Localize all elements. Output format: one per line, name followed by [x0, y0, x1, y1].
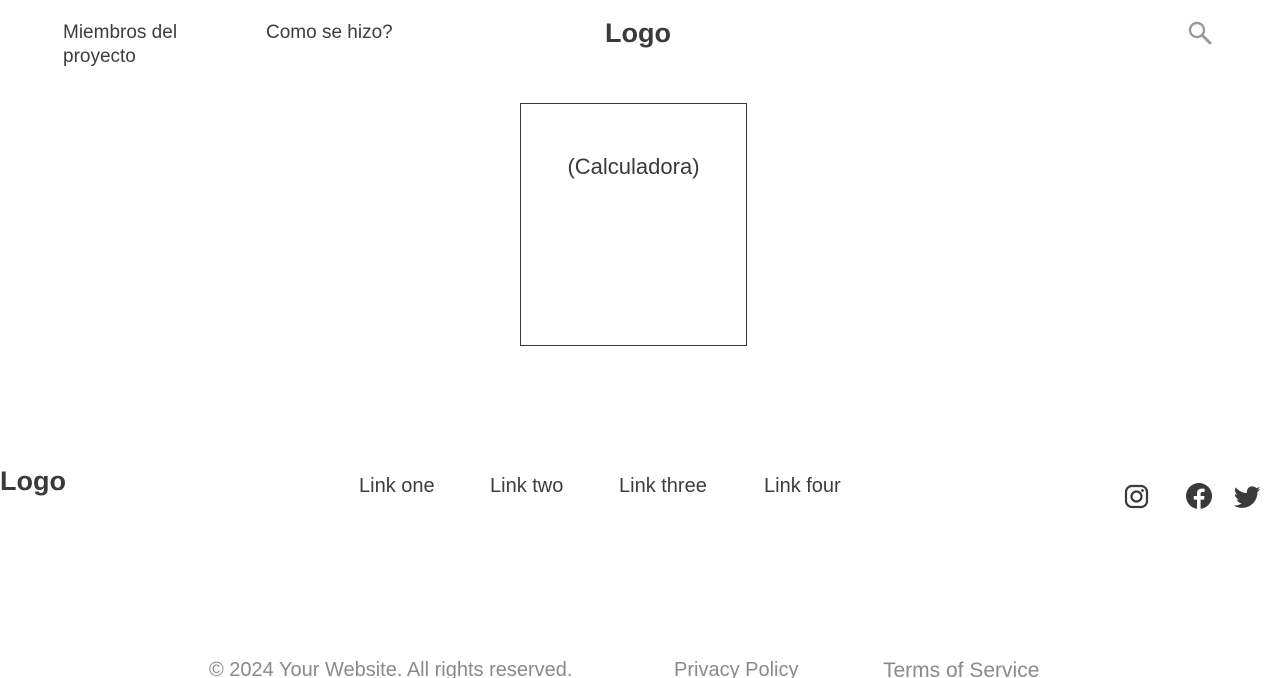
header-logo[interactable]: Logo	[605, 18, 671, 49]
copyright-text: © 2024 Your Website. All rights reserved…	[209, 659, 573, 678]
page: Miembros del proyecto Como se hizo? Logo…	[0, 0, 1276, 678]
footer-link-three[interactable]: Link three	[619, 475, 707, 498]
twitter-link[interactable]	[1233, 482, 1263, 512]
calculator-panel: (Calculadora)	[520, 103, 747, 346]
calculator-label: (Calculadora)	[567, 154, 700, 179]
terms-of-service-link[interactable]: Terms of Service	[883, 659, 1039, 678]
search-button[interactable]	[1186, 19, 1214, 47]
instagram-link[interactable]	[1122, 482, 1152, 512]
nav-link-como-se-hizo[interactable]: Como se hizo?	[266, 21, 393, 45]
footer-link-two[interactable]: Link two	[490, 475, 563, 498]
search-icon	[1188, 21, 1212, 45]
facebook-link[interactable]	[1185, 482, 1215, 512]
footer-link-four[interactable]: Link four	[764, 475, 841, 498]
facebook-icon	[1186, 483, 1212, 509]
twitter-icon	[1233, 486, 1261, 508]
footer-link-one[interactable]: Link one	[359, 475, 435, 498]
instagram-icon	[1124, 484, 1149, 509]
footer-logo[interactable]: Logo	[0, 466, 66, 497]
nav-link-miembros[interactable]: Miembros del proyecto	[63, 21, 213, 69]
privacy-policy-link[interactable]: Privacy Policy	[674, 659, 798, 678]
